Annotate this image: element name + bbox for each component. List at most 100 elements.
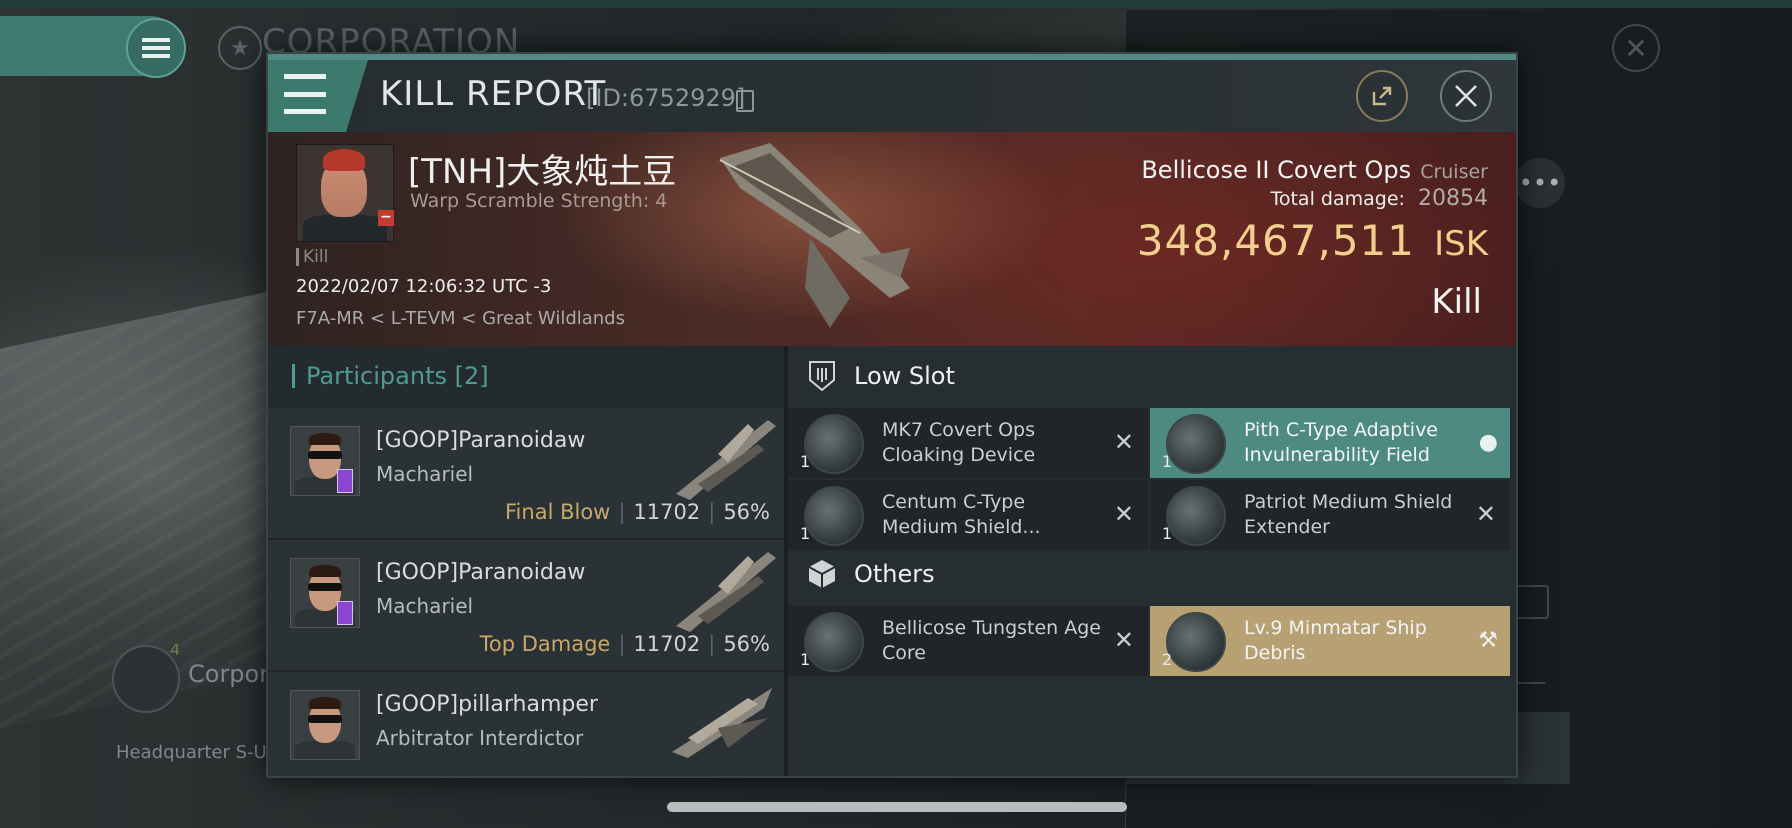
module-slot[interactable]: 1 Patriot Medium Shield Extender ✕ — [1150, 480, 1510, 550]
module-name: Pith C-Type Adaptive Invulnerability Fie… — [1244, 419, 1438, 466]
total-damage-value: 20854 — [1418, 186, 1488, 211]
background-top-bar — [0, 0, 1792, 8]
module-slot[interactable]: 1 MK7 Covert Ops Cloaking Device ✕ — [788, 408, 1148, 478]
participant-row[interactable]: [GOOP]pillarhamper Arbitrator Interdicto… — [268, 672, 784, 776]
wrench-icon: ⚒ — [1478, 628, 1498, 653]
close-button[interactable] — [1440, 70, 1492, 122]
module-quantity: 1 — [800, 650, 811, 669]
participants-panel: Participants [2] [GOOP]Paranoidaw Machar… — [268, 346, 788, 776]
more-options-icon[interactable]: ••• — [1515, 158, 1565, 208]
destroyed-x-icon: ✕ — [1113, 428, 1134, 456]
victim-avatar[interactable] — [296, 144, 394, 242]
shield-module-icon — [804, 486, 864, 546]
participant-percent: 56% — [723, 632, 770, 656]
kill-report-window: KILL REPORT [ID:6752929] − [TNH]大象炖土豆 Wa… — [266, 52, 1518, 778]
kill-location[interactable]: F7A-MR < L-TEVM < Great Wildlands — [296, 308, 625, 329]
participant-ship-image — [676, 420, 776, 500]
module-slot[interactable]: 1 Pith C-Type Adaptive Invulnerability F… — [1150, 408, 1510, 478]
participant-row[interactable]: [GOOP]Paranoidaw Machariel Top Damage | 11… — [268, 540, 784, 672]
module-slot[interactable]: 1 Bellicose Tungsten Age Core ✕ — [788, 606, 1148, 676]
participant-stats: Final Blow | 11702 | 56% — [505, 500, 770, 524]
participant-stats: Top Damage | 11702 | 56% — [479, 632, 770, 656]
participant-percent: 56% — [723, 500, 770, 524]
kill-datetime: 2022/02/07 12:06:32 UTC -3 — [296, 276, 552, 297]
menu-icon[interactable] — [126, 18, 186, 78]
close-icon — [1455, 85, 1477, 107]
total-damage-label: Total damage: — [1270, 188, 1405, 210]
cloaking-device-icon — [804, 414, 864, 474]
home-indicator[interactable] — [667, 802, 1127, 812]
victim-ship-image — [719, 143, 910, 328]
module-name: Centum C-Type Medium Shield... — [882, 491, 1041, 538]
destroyed-x-icon: ✕ — [1113, 500, 1134, 528]
low-slot-header: Low Slot — [788, 346, 1516, 406]
copy-icon[interactable] — [736, 90, 754, 112]
cube-icon — [808, 560, 836, 588]
participant-row[interactable]: [GOOP]Paranoidaw Machariel Final Blow | 11… — [268, 408, 784, 540]
participant-damage: 11702 — [633, 500, 701, 524]
isk-line: 348,467,511 ISK — [1137, 216, 1488, 265]
participant-ship-image — [676, 552, 776, 632]
participant-avatar[interactable] — [290, 426, 360, 496]
participant-damage: 11702 — [633, 632, 701, 656]
kill-tag: Kill — [296, 248, 328, 266]
victim-ship-name[interactable]: Bellicose II Covert Ops — [1141, 156, 1411, 184]
participants-count: [2] — [454, 362, 489, 390]
module-name: Bellicose Tungsten Age Core — [882, 617, 1101, 664]
participant-ship: Arbitrator Interdictor — [376, 726, 584, 750]
report-id: [ID:6752929] — [586, 84, 746, 112]
window-menu-button[interactable] — [268, 60, 368, 132]
module-name: MK7 Covert Ops Cloaking Device — [882, 419, 1036, 466]
participants-label: Participants — [306, 362, 447, 390]
isk-value: 348,467,511 — [1136, 216, 1415, 265]
module-slot[interactable]: 1 Centum C-Type Medium Shield... ✕ — [788, 480, 1148, 550]
corporation-star-icon: ★ — [218, 26, 262, 70]
participant-name: [GOOP]pillarhamper — [376, 692, 598, 717]
participant-avatar[interactable] — [290, 690, 360, 760]
section-accent-bar — [292, 364, 295, 388]
participants-title: Participants [2] — [306, 362, 489, 390]
participant-ship-image — [672, 688, 772, 758]
module-name: Patriot Medium Shield Extender — [1244, 491, 1453, 538]
participant-name: [GOOP]Paranoidaw — [376, 560, 586, 585]
participant-ship: Machariel — [376, 594, 474, 618]
ship-debris-icon — [1166, 612, 1226, 672]
participant-tag: Final Blow — [505, 500, 611, 524]
victim-banner: − [TNH]大象炖土豆 Warp Scramble Strength: 4 K… — [268, 132, 1516, 346]
participant-avatar[interactable] — [290, 558, 360, 628]
ship-line: Bellicose II Covert Ops Cruiser — [1141, 156, 1488, 184]
others-header: Others — [788, 544, 1516, 604]
window-title: KILL REPORT — [380, 74, 607, 114]
destroyed-x-icon: ✕ — [1475, 500, 1496, 528]
share-button[interactable] — [1356, 70, 1408, 122]
age-core-icon — [804, 612, 864, 672]
isk-unit: ISK — [1434, 224, 1488, 264]
warp-scramble-text: Warp Scramble Strength: 4 — [410, 190, 668, 212]
participant-tag: Top Damage — [479, 632, 611, 656]
shield-extender-icon — [1166, 486, 1226, 546]
edit-icon[interactable] — [1515, 585, 1549, 619]
filter-icon[interactable] — [1515, 652, 1545, 684]
standing-minus-icon: − — [378, 210, 394, 226]
share-icon — [1372, 86, 1392, 106]
victim-ship-class: Cruiser — [1420, 161, 1488, 183]
module-quantity: 1 — [800, 452, 811, 471]
module-quantity: 2 — [1162, 650, 1173, 669]
background-close-icon[interactable]: ✕ — [1612, 24, 1660, 72]
participants-header: Participants [2] — [268, 346, 784, 406]
destroyed-x-icon: ✕ — [1113, 626, 1134, 654]
module-slot[interactable]: 2 Lv.9 Minmatar Ship Debris ⚒ — [1150, 606, 1510, 676]
module-name: Lv.9 Minmatar Ship Debris — [1244, 617, 1427, 664]
victim-name[interactable]: [TNH]大象炖土豆 — [408, 144, 676, 193]
invulnerability-field-icon — [1166, 414, 1226, 474]
background-headquarter-label: Headquarter S-U — [116, 742, 267, 763]
low-slot-icon — [809, 361, 835, 392]
hamburger-icon — [284, 74, 326, 114]
module-quantity: 1 — [800, 524, 811, 543]
corporation-badge: 4 — [170, 640, 181, 659]
participant-ship: Machariel — [376, 462, 474, 486]
total-damage-line: Total damage: 20854 — [1270, 186, 1488, 211]
low-slot-label: Low Slot — [854, 362, 955, 390]
participant-name: [GOOP]Paranoidaw — [376, 428, 586, 453]
module-quantity: 1 — [1162, 452, 1173, 471]
